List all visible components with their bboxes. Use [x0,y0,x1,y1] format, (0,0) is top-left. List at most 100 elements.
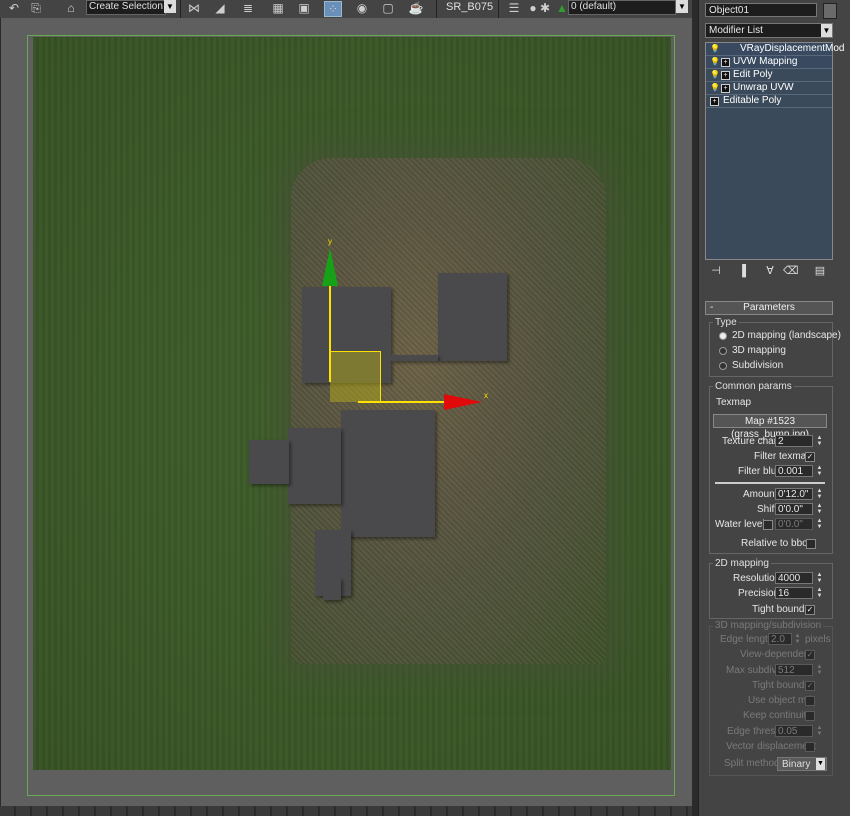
named-selection-icon[interactable]: ⌂ [58,1,84,15]
radio-3d-mapping-label: 3D mapping [732,345,786,356]
radio-subdivision[interactable] [719,362,727,370]
amount-spinner-icon[interactable]: ▲ ▼ [816,488,823,500]
stack-item[interactable]: + Editable Poly [706,95,832,108]
use-object-mtl-checkbox[interactable] [805,696,815,706]
modifier-list-select[interactable]: Modifier List [705,23,833,38]
radio-2d-mapping[interactable] [719,332,727,340]
lightbulb-icon[interactable]: 💡 [710,44,720,53]
texture-chan-spinner-icon[interactable]: ▲ ▼ [816,435,823,447]
radio-3d-mapping[interactable] [719,347,727,355]
render-icon[interactable]: ☕ [408,1,424,15]
lightbulb-icon[interactable]: 💡 [710,57,720,66]
curve-editor-icon[interactable]: ▦ [270,1,286,15]
selection-set-dropdown-icon[interactable]: ▼ [164,0,176,13]
texmap-button[interactable]: Map #1523 (grass_bump.jpg) [713,414,827,440]
layer-dropdown-icon[interactable]: ▼ [676,0,688,13]
vector-displacement-checkbox[interactable] [805,742,815,752]
shift-field[interactable]: 0'0.0" [775,503,813,515]
filter-texmap-checkbox[interactable]: ✓ [805,452,815,462]
stack-item[interactable]: 💡 + Unwrap UVW [706,82,832,95]
render-setup-icon[interactable]: ◉ [354,1,370,15]
gizmo-y-arrow-icon[interactable] [322,248,338,286]
lightbulb-icon[interactable]: 💡 [710,70,720,79]
building-connector[interactable] [391,355,438,361]
remove-modifier-icon[interactable]: ⌫ [783,264,799,278]
filter-blur-field[interactable]: 0.001 [775,465,813,477]
precision-spinner-icon[interactable]: ▲ ▼ [816,587,823,599]
water-level-spinner-icon[interactable]: ▲ ▼ [816,518,823,530]
gizmo-x-label: x [484,391,488,400]
time-slider-track[interactable] [0,806,692,816]
filter-texmap-label: Filter texmap [754,451,812,462]
object-name-field[interactable]: Object01 [705,3,817,17]
layer-select[interactable]: 0 (default) [568,0,676,15]
layer-stack-icon[interactable]: ☰ [506,1,522,15]
building-2[interactable] [438,273,507,361]
building-3[interactable] [341,410,435,537]
edge-thresh-field[interactable]: 0.05 [775,725,813,737]
max-subdivs-field[interactable]: 512 [775,664,813,676]
viewport[interactable]: y x [0,18,692,806]
mirror-icon[interactable]: ⋈ [186,1,202,15]
parameters-rollout-header[interactable]: - Parameters [705,301,833,315]
expand-icon[interactable]: + [721,58,730,67]
freeze-icon[interactable]: ✱ [540,1,550,15]
use-object-mtl-label: Use object mtl [748,695,812,706]
configure-modifier-sets-icon[interactable]: ▤ [813,264,827,278]
texture-chan-field[interactable]: 2 [775,435,813,447]
edge-length-spinner-icon[interactable]: ▲ ▼ [794,633,801,645]
stack-item[interactable]: 💡 + Edit Poly [706,69,832,82]
gizmo-y-axis[interactable] [329,286,331,382]
lightbulb-icon[interactable]: 💡 [710,83,720,92]
tight-bounds-checkbox[interactable]: ✓ [805,605,815,615]
gizmo-plane-handle[interactable] [330,351,381,402]
relative-bbox-checkbox[interactable] [806,539,816,549]
schematic-view-icon[interactable]: ▣ [296,1,312,15]
stack-item-label: Unwrap UVW [733,82,794,93]
select-link-icon[interactable]: ⎘ [28,1,44,15]
material-editor-icon[interactable]: ⁘ [324,1,342,17]
split-method-dropdown-icon[interactable]: ▼ [816,758,825,770]
layer-manager-icon[interactable]: ≣ [240,1,256,15]
object-color-swatch[interactable] [823,3,837,19]
filter-blur-spinner-icon[interactable]: ▲ ▼ [816,465,823,477]
expand-icon[interactable]: + [710,97,719,106]
expand-icon[interactable]: + [721,71,730,80]
gizmo-x-axis[interactable] [358,401,444,403]
stack-item[interactable]: 💡 + UVW Mapping [706,56,832,69]
rendered-frame-icon[interactable]: ▢ [380,1,396,15]
visibility-icon[interactable]: ● [528,1,538,15]
collapse-icon[interactable]: - [710,302,713,313]
precision-field[interactable]: 16 [775,587,813,599]
material-name-label: SR_B075 [446,1,494,13]
split-method-label: Split method [724,758,780,769]
gizmo-x-arrow-icon[interactable] [444,394,482,410]
water-level-checkbox[interactable] [763,520,773,530]
show-end-result-icon[interactable]: ▌ [739,264,753,278]
view-dependent-checkbox[interactable]: ✓ [805,650,815,660]
stack-item[interactable]: 💡 VRayDisplacementMod [706,43,845,56]
building-7[interactable] [323,578,341,600]
max-subdivs-spinner-icon[interactable]: ▲ ▼ [816,664,823,676]
expand-icon[interactable]: + [721,84,730,93]
tight-bounds-3d-checkbox[interactable]: ✓ [805,681,815,691]
modifier-list-dropdown-icon[interactable]: ▼ [821,24,832,37]
amount-field[interactable]: 0'12.0" [775,488,813,500]
pin-stack-icon[interactable]: ⊣ [709,264,723,278]
resolution-spinner-icon[interactable]: ▲ ▼ [816,572,823,584]
selection-set-select[interactable]: Create Selection Se [86,0,166,15]
make-unique-icon[interactable]: ∀ [763,264,777,278]
building-5[interactable] [249,440,289,484]
keep-continuity-checkbox[interactable] [805,711,815,721]
align-icon[interactable]: ◢ [212,1,228,15]
resolution-field[interactable]: 4000 [775,572,813,584]
layer-color-icon[interactable]: ▲ [556,1,568,15]
rollout-title: Parameters [743,302,795,313]
edge-length-field[interactable]: 2.0 [768,633,792,645]
water-level-field[interactable]: 0'0.0" [775,518,813,530]
shift-spinner-icon[interactable]: ▲ ▼ [816,503,823,515]
edge-thresh-spinner-icon[interactable]: ▲ ▼ [816,725,823,737]
building-4[interactable] [288,428,341,504]
toolbar-separator [436,0,437,18]
undo-icon[interactable]: ↶ [6,1,22,15]
